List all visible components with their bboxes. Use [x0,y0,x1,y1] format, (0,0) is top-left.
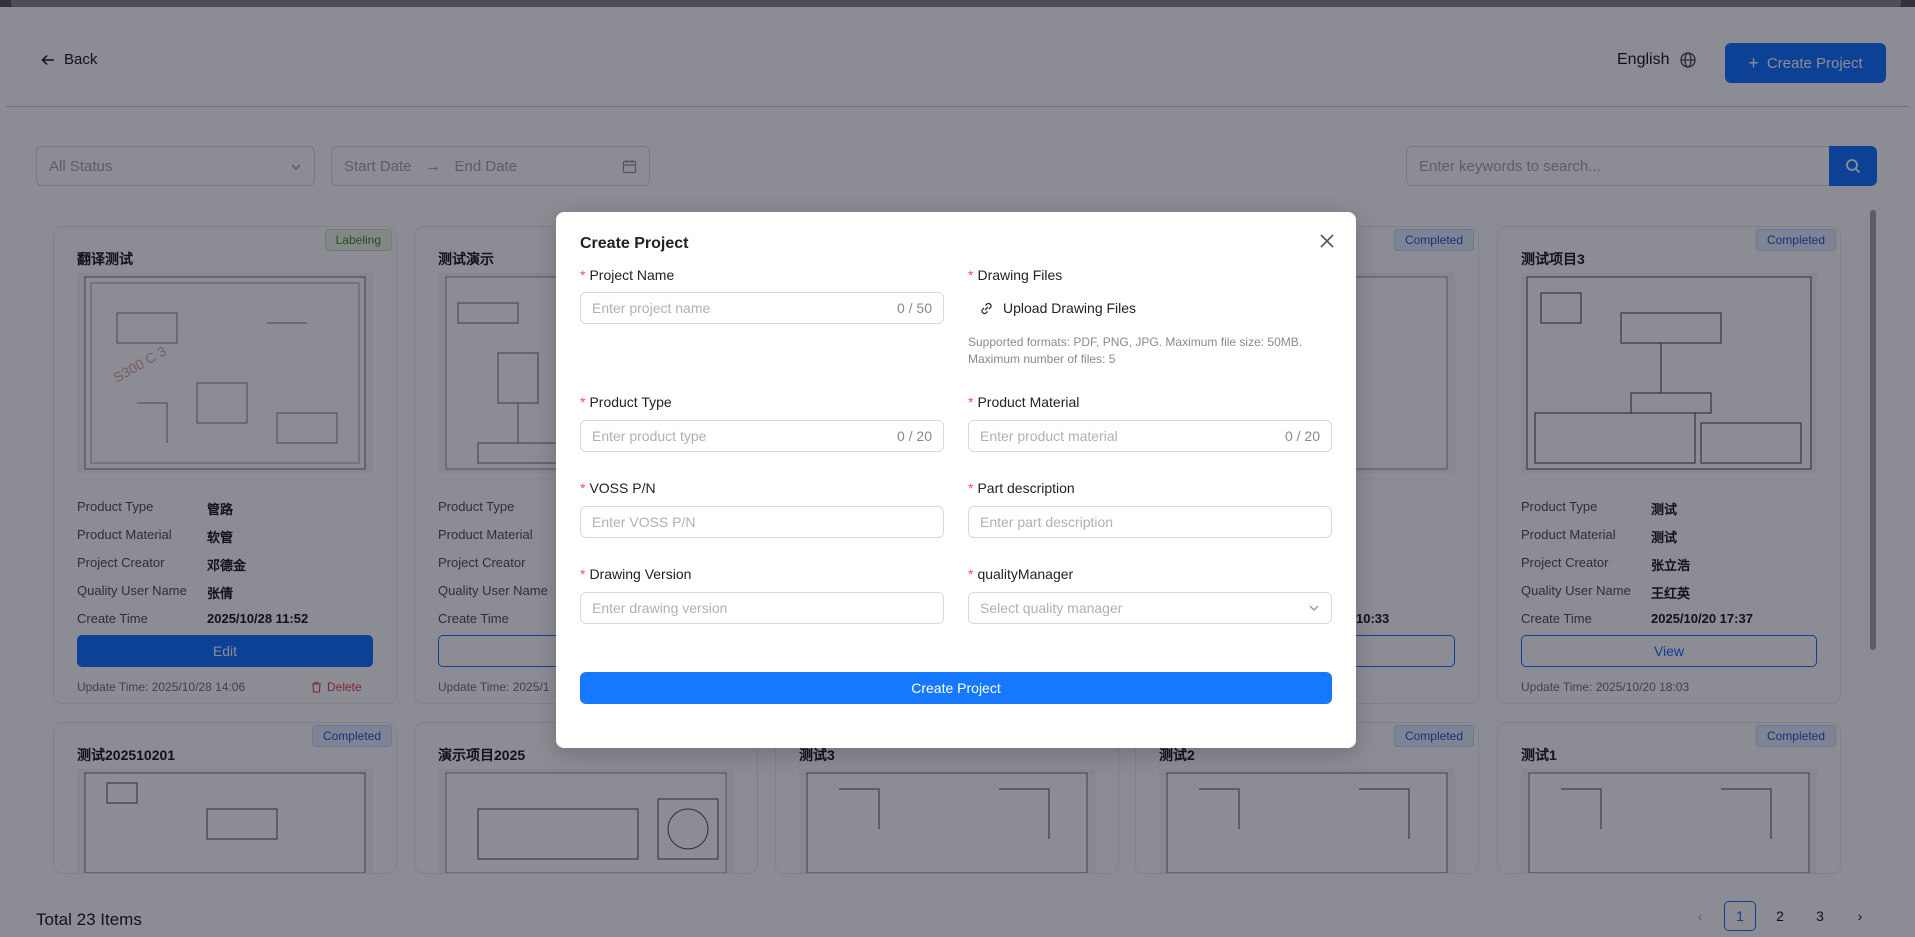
project-name-placeholder: Enter project name [592,300,711,316]
part-description-label: * Part description [968,480,1075,496]
drawing-files-label: * Drawing Files [968,267,1063,283]
create-project-modal: Create Project * Project Name Enter proje… [556,212,1356,748]
quality-manager-placeholder: Select quality manager [980,600,1123,616]
chevron-down-icon [1309,605,1319,611]
quality-manager-select[interactable]: Select quality manager [968,592,1332,624]
modal-title: Create Project [580,235,689,252]
project-name-label: * Project Name [580,267,675,283]
upload-drawing-files-button[interactable]: Upload Drawing Files [979,300,1136,316]
product-type-count: 0 / 20 [896,428,932,444]
drawing-version-input[interactable]: Enter drawing version [580,592,944,624]
product-material-input[interactable]: Enter product material 0 / 20 [968,420,1332,452]
required-mark: * [580,394,586,410]
product-material-count: 0 / 20 [1284,428,1320,444]
required-mark: * [968,267,974,283]
link-icon [981,302,992,314]
product-type-input[interactable]: Enter product type 0 / 20 [580,420,944,452]
voss-pn-input[interactable]: Enter VOSS P/N [580,506,944,538]
submit-create-project-button[interactable]: Create Project [580,672,1332,704]
product-type-label: * Product Type [580,394,672,410]
required-mark: * [968,566,974,582]
required-mark: * [580,480,586,496]
product-type-placeholder: Enter product type [592,428,707,444]
quality-manager-label: * qualityManager [968,566,1074,582]
required-mark: * [968,480,974,496]
product-material-label: * Product Material [968,394,1080,410]
upload-label: Upload Drawing Files [1003,300,1137,316]
required-mark: * [968,394,974,410]
part-description-placeholder: Enter part description [980,514,1114,530]
drawing-version-placeholder: Enter drawing version [592,600,728,616]
project-name-count: 0 / 50 [896,300,932,316]
drawing-version-label: * Drawing Version [580,566,692,582]
voss-pn-label: * VOSS P/N [580,480,656,496]
required-mark: * [580,267,586,283]
voss-pn-placeholder: Enter VOSS P/N [592,514,696,530]
upload-hint: Supported formats: PDF, PNG, JPG. Maximu… [968,335,1303,366]
required-mark: * [580,566,586,582]
product-material-placeholder: Enter product material [980,428,1118,444]
project-name-input[interactable]: Enter project name 0 / 50 [580,292,944,324]
close-icon[interactable] [1318,232,1336,250]
part-description-input[interactable]: Enter part description [968,506,1332,538]
